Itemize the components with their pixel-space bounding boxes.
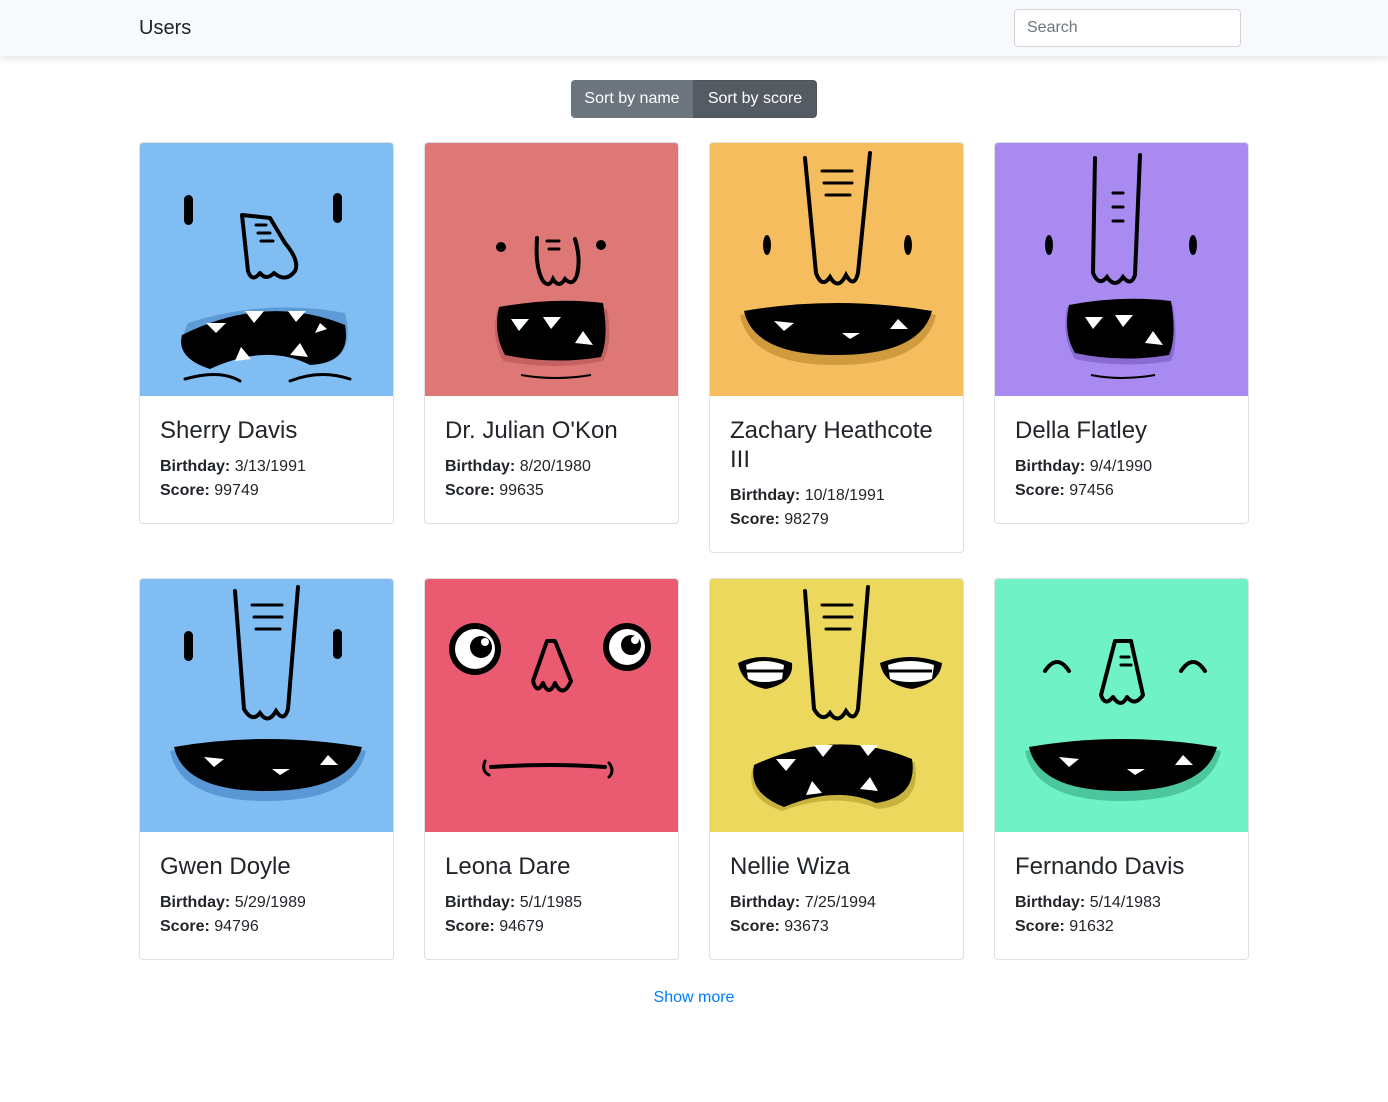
user-name: Fernando Davis [1015, 853, 1185, 880]
score-value: 99635 [499, 482, 544, 499]
birthday-line: Birthday: 3/13/1991 [160, 455, 373, 479]
score-line: Score: 99749 [160, 479, 373, 503]
birthday-value: 5/1/1985 [519, 894, 582, 911]
card-body: Zachary Heathcote III Birthday: 10/18/19… [710, 396, 963, 552]
sort-button-group: Sort by name Sort by score [571, 80, 817, 118]
score-label: Score: [730, 918, 780, 935]
birthday-value: 9/4/1990 [1089, 458, 1152, 475]
card-body: Gwen Doyle Birthday: 5/29/1989 Score: 94… [140, 832, 393, 959]
card-body: Leona Dare Birthday: 5/1/1985 Score: 946… [425, 832, 678, 959]
score-label: Score: [730, 511, 780, 528]
birthday-line: Birthday: 10/18/1991 [730, 484, 943, 508]
score-label: Score: [445, 482, 495, 499]
user-card: Dr. Julian O'Kon Birthday: 8/20/1980 Sco… [424, 142, 679, 524]
card-body: Sherry Davis Birthday: 3/13/1991 Score: … [140, 396, 393, 523]
user-card: Gwen Doyle Birthday: 5/29/1989 Score: 94… [139, 578, 394, 960]
monster-face-icon [710, 579, 963, 832]
user-card: Zachary Heathcote III Birthday: 10/18/19… [709, 142, 964, 553]
user-card-grid: Sherry Davis Birthday: 3/13/1991 Score: … [139, 142, 1249, 960]
birthday-value: 7/25/1994 [804, 894, 876, 911]
birthday-label: Birthday: [730, 894, 801, 911]
card-body: Della Flatley Birthday: 9/4/1990 Score: … [995, 396, 1248, 523]
user-card: Leona Dare Birthday: 5/1/1985 Score: 946… [424, 578, 679, 960]
birthday-label: Birthday: [1015, 458, 1086, 475]
user-name: Della Flatley [1015, 417, 1148, 444]
monster-face-icon [710, 143, 963, 396]
birthday-value: 3/13/1991 [234, 458, 306, 475]
score-value: 98279 [784, 511, 829, 528]
show-more-link[interactable]: Show more [654, 989, 735, 1006]
monster-face-icon [140, 579, 393, 832]
score-value: 94679 [499, 918, 544, 935]
birthday-label: Birthday: [445, 458, 516, 475]
user-name: Sherry Davis [160, 417, 298, 444]
user-card: Nellie Wiza Birthday: 7/25/1994 Score: 9… [709, 578, 964, 960]
score-line: Score: 99635 [445, 479, 658, 503]
show-more-container: Show more [0, 986, 1388, 1010]
avatar-background [425, 579, 678, 832]
user-name: Leona Dare [445, 853, 571, 880]
score-label: Score: [160, 918, 210, 935]
birthday-value: 5/29/1989 [234, 894, 306, 911]
birthday-line: Birthday: 5/14/1983 [1015, 891, 1228, 915]
birthday-value: 10/18/1991 [804, 487, 885, 504]
birthday-line: Birthday: 5/1/1985 [445, 891, 658, 915]
score-line: Score: 93673 [730, 915, 943, 939]
monster-face-icon [995, 579, 1248, 832]
birthday-label: Birthday: [1015, 894, 1086, 911]
birthday-value: 8/20/1980 [519, 458, 591, 475]
user-name: Dr. Julian O'Kon [445, 417, 618, 444]
birthday-value: 5/14/1983 [1089, 894, 1161, 911]
user-card: Fernando Davis Birthday: 5/14/1983 Score… [994, 578, 1249, 960]
sort-by-score-button[interactable]: Sort by score [693, 80, 817, 118]
score-value: 97456 [1069, 482, 1114, 499]
birthday-line: Birthday: 8/20/1980 [445, 455, 658, 479]
user-name: Zachary Heathcote III [730, 417, 933, 473]
monster-face-icon [995, 143, 1248, 396]
birthday-line: Birthday: 5/29/1989 [160, 891, 373, 915]
user-name: Gwen Doyle [160, 853, 291, 880]
navbar: Users [0, 0, 1388, 56]
card-body: Fernando Davis Birthday: 5/14/1983 Score… [995, 832, 1248, 959]
birthday-label: Birthday: [160, 894, 231, 911]
score-label: Score: [1015, 482, 1065, 499]
score-label: Score: [445, 918, 495, 935]
score-value: 91632 [1069, 918, 1114, 935]
score-line: Score: 94796 [160, 915, 373, 939]
score-line: Score: 97456 [1015, 479, 1228, 503]
score-value: 93673 [784, 918, 829, 935]
score-line: Score: 94679 [445, 915, 658, 939]
birthday-label: Birthday: [445, 894, 516, 911]
user-name: Nellie Wiza [730, 853, 851, 880]
user-card: Sherry Davis Birthday: 3/13/1991 Score: … [139, 142, 394, 524]
score-line: Score: 98279 [730, 508, 943, 532]
card-body: Nellie Wiza Birthday: 7/25/1994 Score: 9… [710, 832, 963, 959]
score-value: 99749 [214, 482, 259, 499]
search-input[interactable] [1014, 9, 1241, 47]
sort-by-name-button[interactable]: Sort by name [571, 80, 693, 118]
user-card: Della Flatley Birthday: 9/4/1990 Score: … [994, 142, 1249, 524]
monster-face-icon [425, 579, 678, 832]
avatar-background [140, 143, 393, 396]
birthday-label: Birthday: [160, 458, 231, 475]
score-line: Score: 91632 [1015, 915, 1228, 939]
monster-face-icon [425, 143, 678, 396]
birthday-label: Birthday: [730, 487, 801, 504]
birthday-line: Birthday: 7/25/1994 [730, 891, 943, 915]
brand-link[interactable]: Users [139, 16, 191, 40]
score-label: Score: [160, 482, 210, 499]
birthday-line: Birthday: 9/4/1990 [1015, 455, 1228, 479]
monster-face-icon [140, 143, 393, 396]
card-body: Dr. Julian O'Kon Birthday: 8/20/1980 Sco… [425, 396, 678, 523]
score-label: Score: [1015, 918, 1065, 935]
score-value: 94796 [214, 918, 259, 935]
